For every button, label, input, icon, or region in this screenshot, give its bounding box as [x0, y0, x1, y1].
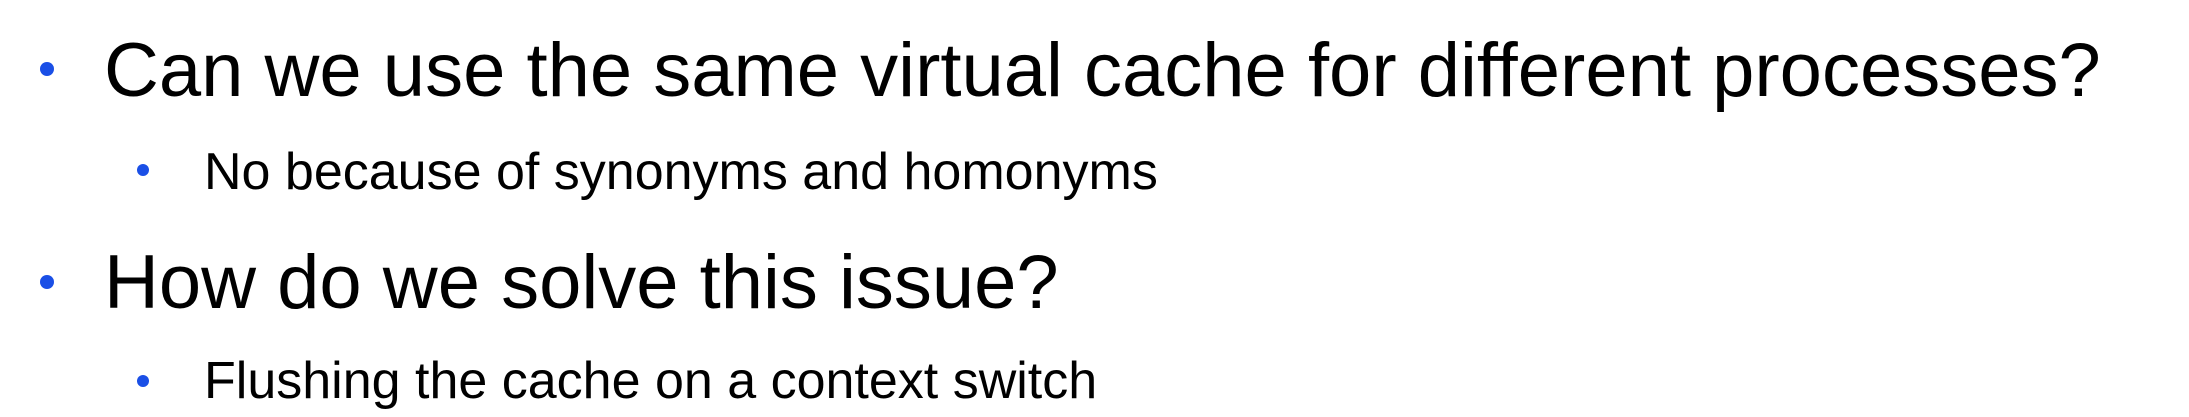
- bullet-dot-icon: [40, 62, 54, 76]
- bullet-text: Flushing the cache on a context switch: [204, 352, 1098, 410]
- bullet-text: Can we use the same virtual cache for di…: [104, 28, 2101, 113]
- slide-content: Can we use the same virtual cache for di…: [0, 0, 2189, 417]
- bullet-text: How do we solve this issue?: [104, 240, 1059, 325]
- bullet-dot-icon: [137, 375, 149, 387]
- bullet-dot-icon: [137, 164, 149, 176]
- bullet-text: No because of synonyms and homonyms: [204, 143, 1158, 201]
- bullet-dot-icon: [40, 275, 54, 289]
